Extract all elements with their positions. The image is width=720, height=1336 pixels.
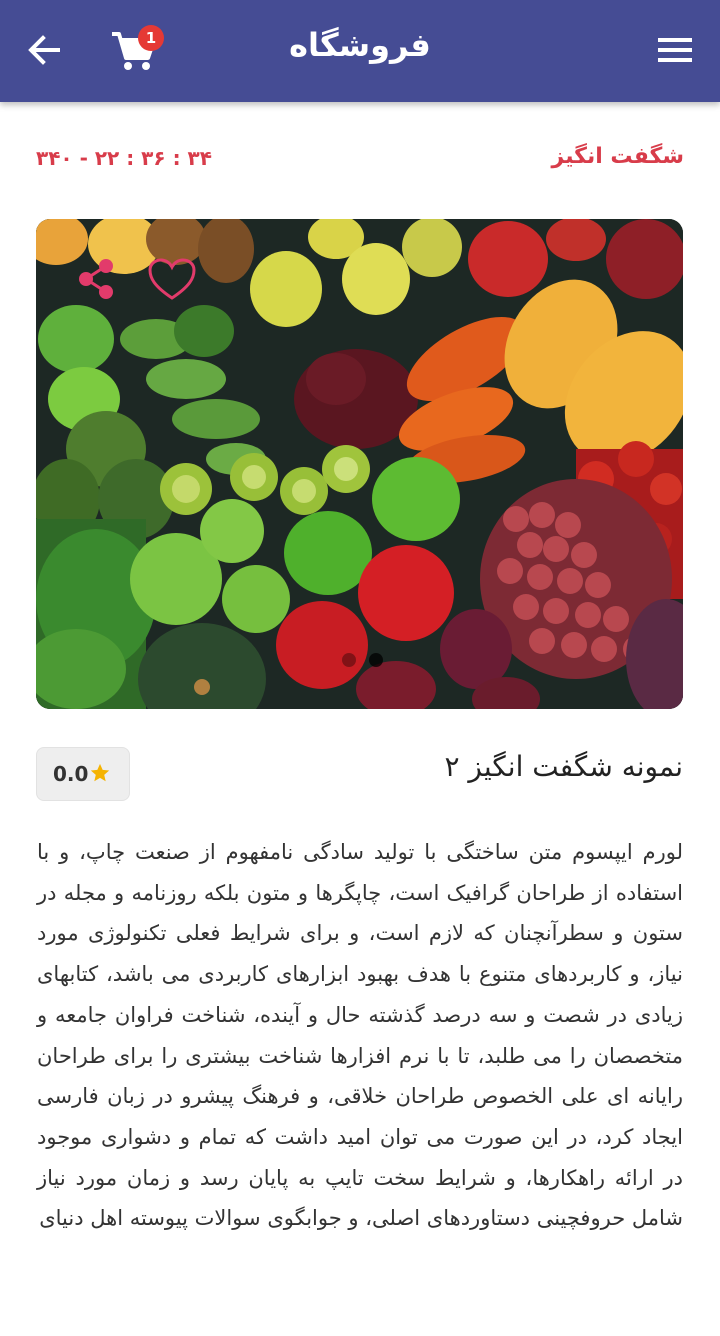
slide-dot-2[interactable] — [369, 653, 384, 667]
offer-header: شگفت انگیز ۳۴۰ - ۲۲ : ۳۶ : ۳۴ — [36, 144, 684, 178]
app-title: فروشگاه — [289, 26, 431, 64]
countdown-timer: ۳۴۰ - ۲۲ : ۳۶ : ۳۴ — [36, 146, 212, 170]
star-icon — [90, 763, 110, 782]
product-description: لورم ایپسوم متن ساختگی با تولید سادگی نا… — [37, 840, 683, 1231]
menu-button[interactable] — [656, 34, 696, 66]
share-button[interactable] — [74, 256, 120, 302]
hamburger-menu-icon — [658, 38, 692, 62]
favorite-button[interactable] — [146, 256, 198, 304]
slide-dot-1[interactable] — [342, 653, 356, 667]
slide-indicator — [338, 652, 387, 671]
product-title: نمونه شگفت انگیز ۲ — [444, 750, 683, 783]
app-bar: 1 فروشگاه — [0, 0, 720, 102]
heart-outline-icon — [148, 258, 196, 300]
rating-value: 0.0 — [53, 762, 89, 786]
share-icon — [79, 259, 113, 299]
offer-label: شگفت انگیز — [551, 144, 684, 169]
product-image[interactable] — [36, 219, 683, 709]
rating-badge: 0.0 — [36, 747, 130, 801]
